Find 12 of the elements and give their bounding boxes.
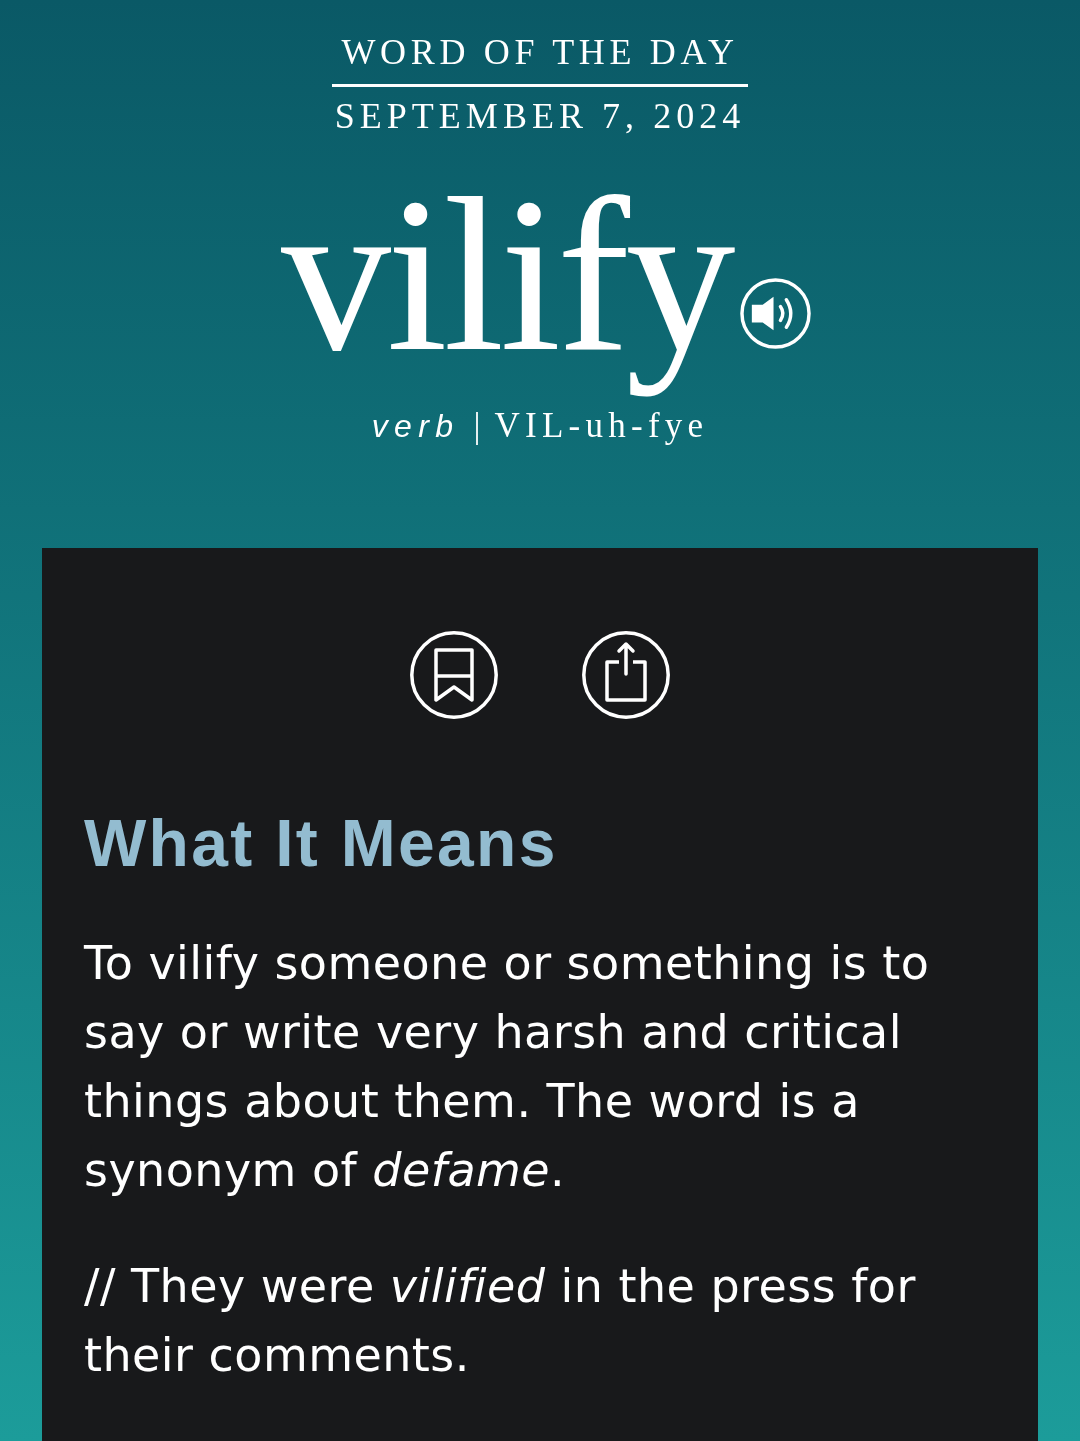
- share-icon[interactable]: [582, 631, 670, 719]
- example-sentence: // They were vilified in the press for their comments.: [84, 1258, 917, 1384]
- headword: vilify: [279, 152, 733, 399]
- separator-text: |: [473, 408, 481, 443]
- speaker-icon[interactable]: [740, 278, 812, 349]
- section-heading: What It Means: [84, 810, 559, 876]
- bookmark-icon[interactable]: [410, 631, 498, 719]
- date-text: SEPTEMBER 7, 2024: [334, 98, 746, 134]
- definition-text: To vilify someone or something is to say or write very harsh and critical things about them. The word is a synonym of defame.: [84, 935, 931, 1199]
- part-of-speech: verb: [371, 410, 460, 442]
- pronunciation: VIL-uh-fye: [494, 408, 709, 443]
- kicker-text: WORD OF THE DAY: [341, 34, 739, 70]
